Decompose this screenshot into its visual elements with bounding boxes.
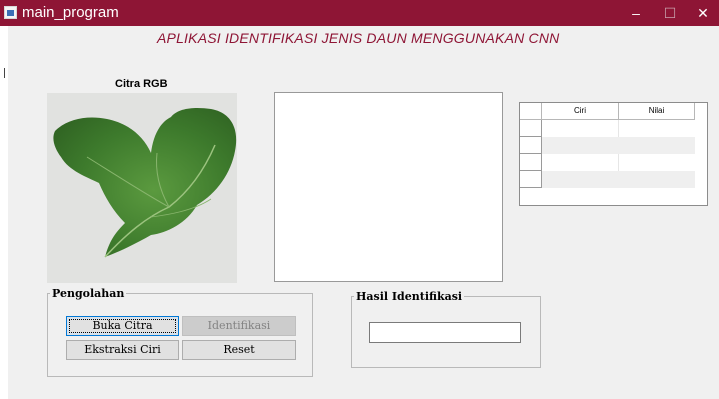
hasil-identifikasi-field[interactable] <box>369 322 521 343</box>
window-left-edge <box>0 26 8 399</box>
pengolahan-title: Pengolahan <box>52 287 125 300</box>
table-cell-ciri[interactable] <box>542 137 619 154</box>
table-cell-nilai[interactable] <box>619 171 695 188</box>
identifikasi-button[interactable]: Identifikasi <box>182 316 296 336</box>
table-cell-nilai[interactable] <box>619 120 695 137</box>
table-cell-ciri[interactable] <box>542 120 619 137</box>
hasil-identifikasi-title: Hasil Identifikasi <box>356 290 463 303</box>
buka-citra-button[interactable]: Buka Citra <box>66 316 179 336</box>
citra-rgb-label: Citra RGB <box>115 78 168 90</box>
table-header-ciri[interactable]: Ciri <box>542 103 619 120</box>
window-title: main_program <box>22 4 119 21</box>
matlab-figure-icon <box>4 6 17 19</box>
table-cell-ciri[interactable] <box>542 154 619 171</box>
table-header-nilai[interactable]: Nilai <box>619 103 695 120</box>
table-corner <box>520 103 542 120</box>
table-row-header[interactable] <box>520 154 542 171</box>
maximize-button[interactable]: ☐ <box>653 0 687 26</box>
reset-button[interactable]: Reset <box>182 340 296 360</box>
feature-axes-panel <box>274 92 503 282</box>
table-cell-nilai[interactable] <box>619 154 695 171</box>
feature-table[interactable]: Ciri Nilai <box>519 102 708 206</box>
table-cell-nilai[interactable] <box>619 137 695 154</box>
table-row-header[interactable] <box>520 171 542 188</box>
leaf-illustration <box>53 107 237 258</box>
leaf-image <box>47 93 237 283</box>
table-cell-ciri[interactable] <box>542 171 619 188</box>
table-row-header[interactable] <box>520 137 542 154</box>
table-row-header[interactable] <box>520 120 542 137</box>
close-button[interactable]: ✕ <box>687 0 719 26</box>
buka-citra-label: Buka Citra <box>92 319 153 332</box>
ekstraksi-ciri-button[interactable]: Ekstraksi Ciri <box>66 340 179 360</box>
window-titlebar[interactable]: main_program – ☐ ✕ <box>0 0 719 26</box>
minimize-button[interactable]: – <box>619 0 653 26</box>
app-heading: APLIKASI IDENTIFIKASI JENIS DAUN MENGGUN… <box>157 30 560 46</box>
